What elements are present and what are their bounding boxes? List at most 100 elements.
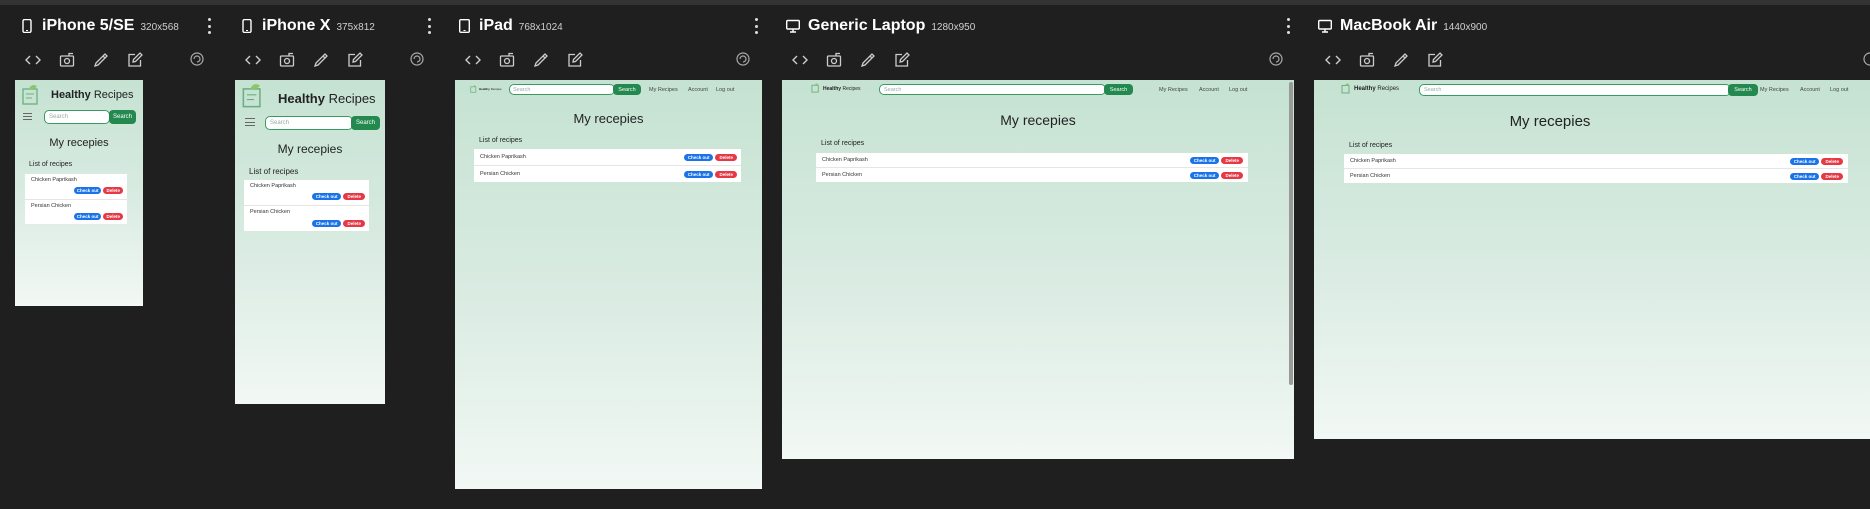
- check-out-button[interactable]: Check out: [683, 170, 714, 178]
- recipes-card: Chicken Paprikash Check out Delete Persi…: [25, 174, 127, 224]
- list-item: Chicken Paprikash Check out Delete: [25, 174, 127, 199]
- kebab-menu-icon[interactable]: [206, 18, 212, 34]
- recipe-name: Persian Chicken: [822, 172, 863, 178]
- delete-button[interactable]: Delete: [1821, 157, 1843, 165]
- device-size: 320x568: [140, 22, 179, 33]
- edit-icon[interactable]: [893, 51, 911, 69]
- check-out-button[interactable]: Check out: [1189, 171, 1220, 179]
- list-title: List of recipes: [821, 140, 865, 147]
- code-icon[interactable]: [1324, 51, 1342, 69]
- nav-my-recipes[interactable]: My Recipes: [1159, 87, 1188, 93]
- delete-button[interactable]: Delete: [343, 220, 365, 227]
- check-out-button[interactable]: Check out: [311, 220, 342, 227]
- device-header: iPhone 5/SE 320x568: [22, 16, 179, 36]
- search-button[interactable]: Search: [1104, 84, 1133, 95]
- camera-icon[interactable]: [498, 51, 516, 69]
- delete-button[interactable]: Delete: [1221, 171, 1243, 179]
- edit-icon[interactable]: [566, 51, 584, 69]
- brand-name[interactable]: Healthy Recipes: [479, 87, 502, 91]
- tablet-icon: [458, 18, 471, 34]
- check-out-button[interactable]: Check out: [1789, 157, 1820, 165]
- search-input[interactable]: Search: [265, 116, 353, 130]
- search-input[interactable]: Search: [44, 110, 110, 124]
- eyedropper-icon[interactable]: [532, 51, 550, 69]
- brand-name[interactable]: Healthy Recipes: [823, 86, 861, 92]
- device-toolbar: [24, 50, 160, 70]
- edit-icon[interactable]: [346, 51, 364, 69]
- check-out-button[interactable]: Check out: [73, 213, 102, 220]
- device-header: iPhone X 375x812: [242, 16, 375, 36]
- device-toolbar: [464, 50, 600, 70]
- check-out-button[interactable]: Check out: [73, 187, 102, 194]
- kebab-menu-icon[interactable]: [426, 18, 432, 34]
- nav-my-recipes[interactable]: My Recipes: [649, 87, 678, 93]
- delete-button[interactable]: Delete: [103, 213, 123, 220]
- camera-icon[interactable]: [58, 51, 76, 69]
- rotate-icon[interactable]: [1862, 51, 1870, 69]
- nav-account[interactable]: Account: [688, 87, 708, 93]
- search-button[interactable]: Search: [1728, 84, 1758, 96]
- search-input[interactable]: Search: [879, 84, 1106, 95]
- nav-log-out[interactable]: Log out: [1229, 87, 1247, 93]
- nav-my-recipes[interactable]: My Recipes: [1760, 87, 1789, 93]
- rotate-icon[interactable]: [1268, 51, 1286, 69]
- camera-icon[interactable]: [825, 51, 843, 69]
- check-out-button[interactable]: Check out: [683, 153, 714, 161]
- check-out-button[interactable]: Check out: [311, 193, 342, 200]
- list-title: List of recipes: [29, 161, 73, 168]
- camera-icon[interactable]: [278, 51, 296, 69]
- rotate-icon[interactable]: [189, 51, 207, 69]
- recipes-card: Chicken Paprikash Check out Delete Persi…: [244, 180, 369, 231]
- edit-icon[interactable]: [126, 51, 144, 69]
- eyedropper-icon[interactable]: [92, 51, 110, 69]
- delete-button[interactable]: Delete: [343, 193, 365, 200]
- delete-button[interactable]: Delete: [1221, 156, 1243, 164]
- nav-log-out[interactable]: Log out: [1830, 87, 1848, 93]
- recipe-name: Persian Chicken: [480, 171, 521, 177]
- code-icon[interactable]: [244, 51, 262, 69]
- top-strip: [0, 0, 1870, 5]
- nav-account[interactable]: Account: [1800, 87, 1820, 93]
- list-item: Chicken Paprikash Check out Delete: [244, 180, 369, 205]
- logo-icon: [22, 85, 38, 105]
- search-button[interactable]: Search: [613, 84, 641, 95]
- logo-icon: [242, 84, 261, 108]
- check-out-button[interactable]: Check out: [1189, 156, 1220, 164]
- nav-account[interactable]: Account: [1199, 87, 1219, 93]
- rotate-icon[interactable]: [735, 51, 753, 69]
- eyedropper-icon[interactable]: [312, 51, 330, 69]
- delete-button[interactable]: Delete: [1821, 172, 1843, 180]
- rotate-icon[interactable]: [409, 51, 427, 69]
- brand-name[interactable]: Healthy Recipes: [278, 91, 376, 106]
- code-icon[interactable]: [464, 51, 482, 69]
- camera-icon[interactable]: [1358, 51, 1376, 69]
- search-input[interactable]: Search: [509, 84, 615, 95]
- search-input[interactable]: Search: [1419, 84, 1731, 96]
- code-icon[interactable]: [791, 51, 809, 69]
- hamburger-menu-icon[interactable]: [245, 118, 255, 126]
- page-title: My recepies: [1509, 113, 1591, 130]
- kebab-menu-icon[interactable]: [1285, 18, 1291, 34]
- logo-icon: [1341, 83, 1350, 94]
- list-item: Chicken Paprikash Check out Delete: [474, 149, 741, 165]
- page-title: My recepies: [573, 111, 644, 126]
- search-button[interactable]: Search: [109, 110, 136, 124]
- kebab-menu-icon[interactable]: [753, 18, 759, 34]
- nav-log-out[interactable]: Log out: [716, 87, 734, 93]
- monitor-icon: [785, 19, 801, 33]
- hamburger-menu-icon[interactable]: [23, 113, 32, 120]
- monitor-icon: [1317, 19, 1333, 33]
- page-title: My recepies: [1000, 112, 1076, 128]
- brand-name[interactable]: Healthy Recipes: [1354, 86, 1399, 92]
- mobile-phone-icon: [242, 18, 254, 34]
- edit-icon[interactable]: [1426, 51, 1444, 69]
- brand-name[interactable]: Healthy Recipes: [51, 89, 134, 101]
- delete-button[interactable]: Delete: [715, 153, 737, 161]
- check-out-button[interactable]: Check out: [1789, 172, 1820, 180]
- eyedropper-icon[interactable]: [859, 51, 877, 69]
- delete-button[interactable]: Delete: [103, 187, 123, 194]
- search-button[interactable]: Search: [351, 116, 380, 130]
- code-icon[interactable]: [24, 51, 42, 69]
- delete-button[interactable]: Delete: [715, 170, 737, 178]
- eyedropper-icon[interactable]: [1392, 51, 1410, 69]
